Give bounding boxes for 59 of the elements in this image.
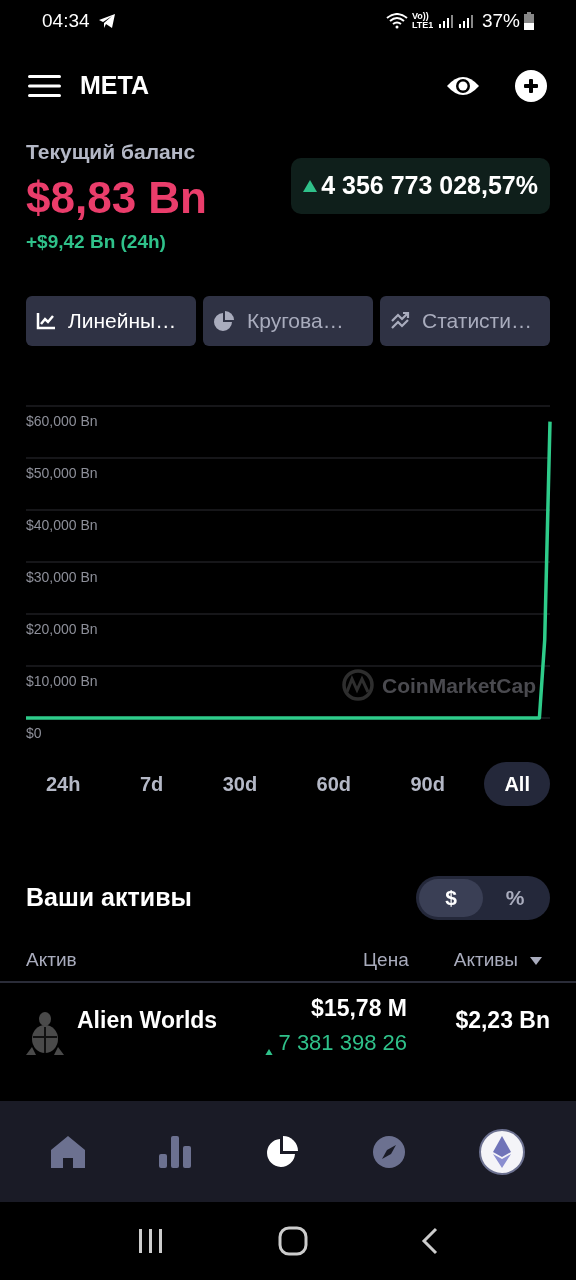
trend-arrows-icon [390, 311, 410, 331]
section-title: Ваши активы [26, 882, 192, 914]
bar-chart-icon[interactable] [159, 1135, 191, 1168]
paper-plane-icon [97, 13, 116, 29]
y-axis-label: $10,000 Bn [26, 673, 98, 689]
column-header[interactable]: Активы [453, 946, 518, 975]
compass-icon[interactable] [373, 1135, 405, 1168]
line-chart-icon [36, 312, 56, 330]
y-axis-label: $0 [26, 725, 42, 741]
pie-chart-icon [213, 310, 235, 332]
y-axis-label: $60,000 Bn [26, 413, 98, 429]
signal-icon [437, 13, 454, 29]
currency-toggle[interactable]: $ % [416, 876, 550, 920]
time-range-tab[interactable]: 90d [390, 762, 465, 806]
time-range-tab[interactable]: 60d [296, 762, 372, 806]
scarab-coin-icon [26, 1011, 64, 1055]
y-axis-label: $50,000 Bn [26, 465, 98, 481]
add-icon[interactable] [514, 69, 548, 103]
ethereum-avatar-icon[interactable] [479, 1128, 525, 1175]
portfolio-title: META [80, 70, 150, 102]
change-percent: 4 356 773 028,57% [321, 170, 538, 202]
back-icon[interactable] [421, 1227, 440, 1255]
home-icon[interactable] [51, 1135, 85, 1168]
chart-type-tab[interactable]: Статисти… [380, 296, 550, 346]
holdings-value: $2,23 Bn [455, 1006, 550, 1035]
eye-icon[interactable] [446, 74, 480, 98]
time-range-tab[interactable]: 24h [26, 762, 101, 806]
pie-chart-icon[interactable] [265, 1134, 299, 1169]
up-triangle-icon [303, 180, 318, 192]
battery-icon [524, 12, 534, 30]
y-axis-label: $40,000 Bn [26, 517, 98, 533]
clock-time: 04:34 [42, 8, 90, 33]
balance-change: +$9,42 Bn (24h) [26, 229, 167, 254]
wifi-icon [385, 13, 408, 29]
y-axis-label: $30,000 Bn [26, 569, 98, 585]
y-axis-label: $20,000 Bn [26, 621, 98, 637]
balance-label: Текущий баланс [26, 139, 197, 165]
menu-icon[interactable] [28, 74, 61, 98]
balance-value: $8,83 Bn [26, 171, 207, 224]
toggle-option[interactable]: $ [419, 879, 483, 917]
time-range-tab[interactable]: 30d [202, 762, 278, 806]
column-header: Актив [26, 948, 78, 973]
network-label: Vo)) LTE1 [411, 12, 434, 30]
coinmarketcap-logo-icon [342, 669, 374, 701]
toggle-option[interactable]: % [483, 879, 547, 917]
time-range-tab[interactable]: All [484, 762, 550, 806]
chart-type-tab[interactable]: Кругова… [203, 296, 373, 346]
battery-percent: 37% [481, 8, 520, 33]
dropdown-caret-icon[interactable] [530, 956, 542, 965]
time-range-tab[interactable]: 7d [119, 762, 184, 806]
chart-type-tab[interactable]: Линейны… [26, 296, 196, 346]
recent-apps-icon[interactable] [136, 1228, 165, 1254]
home-button-icon[interactable] [278, 1226, 308, 1256]
asset-name: Alien Worlds [77, 1006, 219, 1035]
watermark: CoinMarketCap [382, 674, 537, 697]
asset-price: $15,78 M [311, 994, 407, 1023]
column-header: Цена [362, 948, 409, 973]
signal-icon [457, 13, 474, 29]
price-change: 7 381 398 26 [278, 1028, 407, 1055]
